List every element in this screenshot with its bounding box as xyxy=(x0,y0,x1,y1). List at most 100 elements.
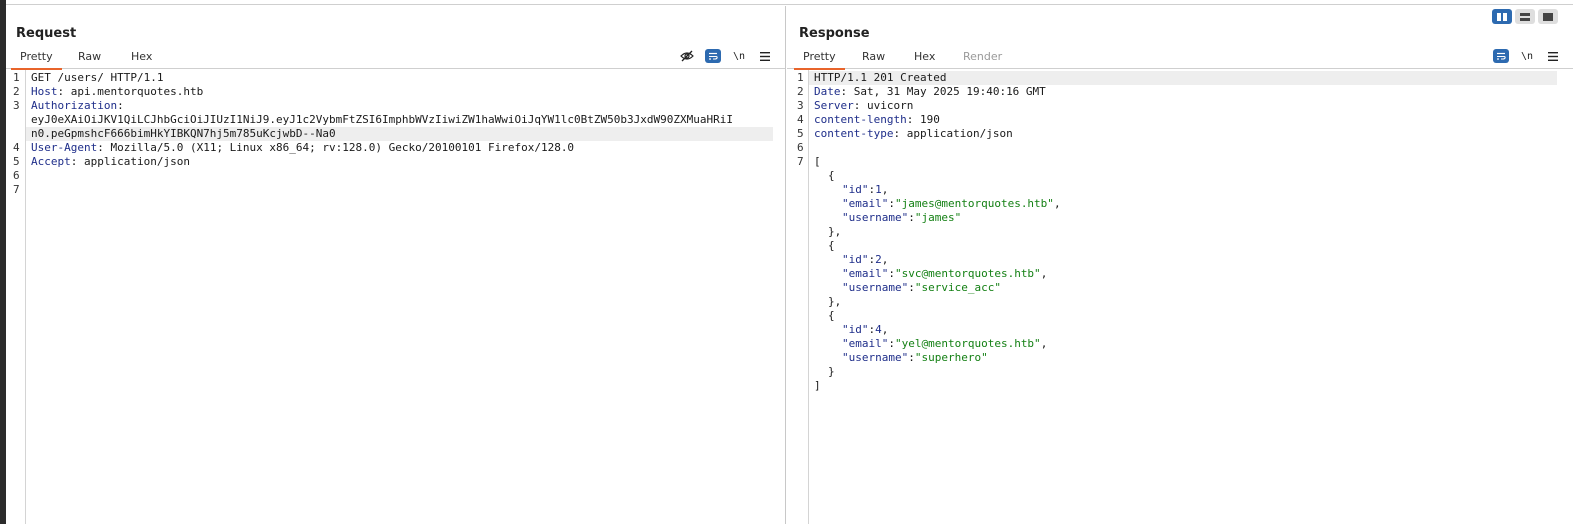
json-key: "id" xyxy=(842,253,869,266)
json-key: "email" xyxy=(842,267,889,280)
json-open-bracket: [ xyxy=(814,155,821,168)
tab-raw[interactable]: Raw xyxy=(78,50,101,63)
line-number: 5 xyxy=(797,127,804,140)
json-open-brace: { xyxy=(828,309,835,322)
json-key: "username" xyxy=(842,211,909,224)
header-key: User-Agent xyxy=(31,141,98,154)
tab-raw[interactable]: Raw xyxy=(862,50,885,63)
request-tabs: Pretty Raw Hex \n xyxy=(6,49,785,70)
json-close-brace: }, xyxy=(828,225,842,238)
json-open-brace: { xyxy=(828,169,835,182)
json-close-brace: } xyxy=(828,365,835,378)
header-accept: Accept: application/json xyxy=(31,155,190,169)
tab-pretty[interactable]: Pretty xyxy=(11,50,62,70)
tab-hex[interactable]: Hex xyxy=(131,50,152,63)
header-key: content-length xyxy=(814,113,907,126)
header-value: : application/json xyxy=(893,127,1013,140)
header-authorization: Authorization: xyxy=(31,99,124,113)
json-close-bracket: ] xyxy=(814,379,821,392)
line-number: 4 xyxy=(797,113,804,126)
response-title: Response xyxy=(799,26,870,41)
json-field-username: "username":"superhero" xyxy=(842,351,988,364)
json-key: "id" xyxy=(842,323,869,336)
top-divider xyxy=(6,4,1573,5)
header-value: : api.mentorquotes.htb xyxy=(57,85,204,98)
header-content-type: content-type: application/json xyxy=(814,127,1013,141)
response-tabs: Pretty Raw Hex Render \n xyxy=(787,49,1573,70)
json-value: "superhero" xyxy=(914,351,988,364)
header-key: Authorization xyxy=(31,99,118,112)
header-key: content-type xyxy=(814,127,894,140)
json-value: "james" xyxy=(914,211,962,224)
header-date: Date: Sat, 31 May 2025 19:40:16 GMT xyxy=(814,85,1046,99)
json-value: 1 xyxy=(875,183,882,196)
json-field-email: "email":"yel@mentorquotes.htb", xyxy=(842,337,1048,350)
header-user-agent: User-Agent: Mozilla/5.0 (X11; Linux x86_… xyxy=(31,141,574,155)
header-server: Server: uvicorn xyxy=(814,99,913,113)
json-field-username: "username":"james" xyxy=(842,211,962,224)
json-value: 2 xyxy=(875,253,882,266)
header-value: : 190 xyxy=(906,113,940,126)
tab-hex[interactable]: Hex xyxy=(914,50,935,63)
json-field-username: "username":"service_acc" xyxy=(842,281,1001,294)
line-number: 7 xyxy=(13,183,20,196)
line-number: 4 xyxy=(13,141,20,154)
json-field-id: "id":2, xyxy=(842,253,889,266)
json-field-email: "email":"james@mentorquotes.htb", xyxy=(842,197,1061,210)
json-value: "service_acc" xyxy=(914,281,1001,294)
header-value: : xyxy=(117,99,124,112)
auth-token: eyJ0eXAiOiJKV1QiLCJhbGciOiJIUzI1NiJ9.eyJ… xyxy=(31,113,733,126)
response-editor[interactable]: 1 2 3 4 5 6 7 HTTP/1.1 201 Created Date:… xyxy=(787,70,1573,524)
json-field-id: "id":4, xyxy=(842,323,889,336)
json-value: 4 xyxy=(875,323,882,336)
json-key: "email" xyxy=(842,337,889,350)
line-number: 1 xyxy=(797,71,804,84)
auth-token-continued: n0.peGpmshcF666bimHkYIBKQN7hj5m785uKcjwb… xyxy=(31,127,336,140)
wrap-lines-icon[interactable] xyxy=(1493,49,1509,63)
tab-pretty[interactable]: Pretty xyxy=(794,50,845,70)
request-toolbar: \n xyxy=(679,49,773,63)
json-value: "yel@mentorquotes.htb" xyxy=(894,337,1041,350)
header-key: Accept xyxy=(31,155,71,168)
tab-render[interactable]: Render xyxy=(963,50,1002,63)
hamburger-menu-icon[interactable] xyxy=(757,49,773,63)
header-host: Host: api.mentorquotes.htb xyxy=(31,85,203,99)
line-number: 1 xyxy=(13,71,20,84)
json-key: "username" xyxy=(842,281,909,294)
request-title: Request xyxy=(16,26,77,41)
header-value: : Mozilla/5.0 (X11; Linux x86_64; rv:128… xyxy=(97,141,575,154)
json-key: "email" xyxy=(842,197,889,210)
line-number: 7 xyxy=(797,155,804,168)
json-key: "id" xyxy=(842,183,869,196)
hamburger-menu-icon[interactable] xyxy=(1545,49,1561,63)
gutter-divider xyxy=(808,70,809,524)
header-value: : Sat, 31 May 2025 19:40:16 GMT xyxy=(840,85,1046,98)
line-number: 2 xyxy=(13,85,20,98)
line-number: 6 xyxy=(13,169,20,182)
json-field-email: "email":"svc@mentorquotes.htb", xyxy=(842,267,1048,280)
line-number: 3 xyxy=(13,99,20,112)
eye-slash-icon[interactable] xyxy=(679,49,695,63)
newline-toggle[interactable]: \n xyxy=(1519,49,1535,63)
newline-toggle[interactable]: \n xyxy=(731,49,747,63)
response-pane: Response Pretty Raw Hex Render \n 1 2 3 … xyxy=(787,6,1573,524)
status-line: HTTP/1.1 201 Created xyxy=(814,71,947,84)
header-value: : application/json xyxy=(70,155,190,168)
request-line: GET /users/ HTTP/1.1 xyxy=(31,71,164,84)
line-number: 5 xyxy=(13,155,20,168)
json-value: "james@mentorquotes.htb" xyxy=(894,197,1054,210)
line-number: 3 xyxy=(797,99,804,112)
header-key: Server xyxy=(814,99,854,112)
header-value: : uvicorn xyxy=(853,99,914,112)
json-value: "svc@mentorquotes.htb" xyxy=(894,267,1041,280)
request-editor[interactable]: 1 2 3 4 5 6 7 GET /users/ HTTP/1.1 Host:… xyxy=(6,70,785,524)
wrap-lines-icon[interactable] xyxy=(705,49,721,63)
json-close-brace: }, xyxy=(828,295,842,308)
json-key: "username" xyxy=(842,351,909,364)
request-pane: Request Pretty Raw Hex \n 1 2 3 4 5 6 7 … xyxy=(6,6,786,524)
header-content-length: content-length: 190 xyxy=(814,113,940,127)
line-number: 6 xyxy=(797,141,804,154)
header-key: Host xyxy=(31,85,58,98)
header-key: Date xyxy=(814,85,841,98)
line-number: 2 xyxy=(797,85,804,98)
